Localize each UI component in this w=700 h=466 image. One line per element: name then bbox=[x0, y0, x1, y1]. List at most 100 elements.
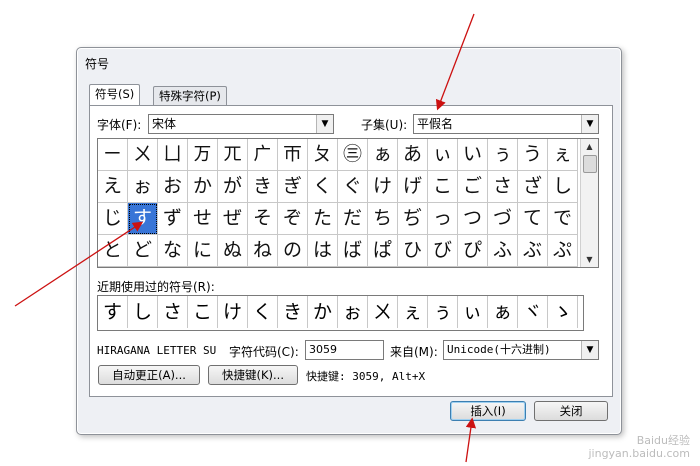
symbol-cell[interactable]: ㄆ bbox=[308, 139, 338, 171]
recent-symbol-cell[interactable]: ぇ bbox=[398, 296, 428, 328]
recent-symbol-cell[interactable]: ㄨ bbox=[368, 296, 398, 328]
symbol-cell[interactable]: け bbox=[368, 171, 398, 203]
recent-symbol-cell[interactable]: し bbox=[128, 296, 158, 328]
symbol-cell[interactable]: ぴ bbox=[458, 235, 488, 267]
symbol-cell[interactable]: ㄫ bbox=[218, 139, 248, 171]
symbol-cell[interactable]: ぶ bbox=[518, 235, 548, 267]
symbol-cell[interactable]: そ bbox=[248, 203, 278, 235]
symbol-cell[interactable]: お bbox=[158, 171, 188, 203]
chevron-down-icon[interactable]: ▼ bbox=[581, 341, 598, 359]
symbol-cell[interactable]: じ bbox=[98, 203, 128, 235]
recent-symbol-cell[interactable]: ぃ bbox=[458, 296, 488, 328]
symbol-cell[interactable]: だ bbox=[338, 203, 368, 235]
symbol-cell[interactable]: つ bbox=[458, 203, 488, 235]
grid-scrollbar[interactable]: ▲ ▼ bbox=[580, 139, 598, 267]
symbol-cell[interactable]: ぃ bbox=[428, 139, 458, 171]
symbol-cell[interactable]: ぉ bbox=[128, 171, 158, 203]
symbol-cell[interactable]: ど bbox=[128, 235, 158, 267]
symbol-cell[interactable]: く bbox=[308, 171, 338, 203]
shortcut-key-button[interactable]: 快捷键(K)... bbox=[208, 365, 298, 385]
symbol-cell[interactable]: び bbox=[428, 235, 458, 267]
recent-symbol-cell[interactable]: く bbox=[248, 296, 278, 328]
autocorrect-button[interactable]: 自动更正(A)... bbox=[98, 365, 200, 385]
symbol-cell[interactable]: ぞ bbox=[278, 203, 308, 235]
symbol-cell[interactable]: の bbox=[278, 235, 308, 267]
recent-symbol-cell[interactable]: す bbox=[98, 296, 128, 328]
close-button[interactable]: 关闭 bbox=[534, 401, 608, 421]
symbol-cell[interactable]: と bbox=[98, 235, 128, 267]
symbol-cell[interactable]: ㄨ bbox=[128, 139, 158, 171]
from-select[interactable]: Unicode(十六进制) ▼ bbox=[443, 340, 599, 360]
symbol-cell[interactable]: に bbox=[188, 235, 218, 267]
symbol-cell[interactable]: ぎ bbox=[278, 171, 308, 203]
recent-symbol-cell[interactable]: き bbox=[278, 296, 308, 328]
scroll-thumb[interactable] bbox=[583, 155, 597, 173]
symbol-cell[interactable]: げ bbox=[398, 171, 428, 203]
symbol-cell[interactable]: し bbox=[548, 171, 578, 203]
symbol-cell[interactable]: づ bbox=[488, 203, 518, 235]
symbol-cell[interactable]: た bbox=[308, 203, 338, 235]
recent-symbol-cell[interactable]: か bbox=[308, 296, 338, 328]
symbol-cell[interactable]: ㊂ bbox=[338, 139, 368, 171]
recent-symbols-row: すしさこけくきかぉㄨぇぅぃぁヾゝ bbox=[97, 295, 584, 331]
symbol-cell[interactable]: あ bbox=[398, 139, 428, 171]
symbol-cell[interactable]: ㄧ bbox=[98, 139, 128, 171]
symbol-cell[interactable]: ぇ bbox=[548, 139, 578, 171]
symbol-cell[interactable]: が bbox=[218, 171, 248, 203]
tab-special-characters[interactable]: 特殊字符(P) bbox=[153, 86, 227, 105]
symbol-cell[interactable]: い bbox=[458, 139, 488, 171]
recent-symbol-cell[interactable]: ゝ bbox=[548, 296, 578, 328]
symbol-cell[interactable]: ㄭ bbox=[278, 139, 308, 171]
symbol-cell[interactable]: ぐ bbox=[338, 171, 368, 203]
symbol-cell[interactable]: っ bbox=[428, 203, 458, 235]
symbol-cell[interactable]: ぁ bbox=[368, 139, 398, 171]
recent-symbol-cell[interactable]: け bbox=[218, 296, 248, 328]
recent-symbol-cell[interactable]: こ bbox=[188, 296, 218, 328]
symbol-cell[interactable]: ひ bbox=[398, 235, 428, 267]
symbol-cell[interactable]: こ bbox=[428, 171, 458, 203]
symbol-cell[interactable]: ㄪ bbox=[188, 139, 218, 171]
symbol-cell[interactable]: ぱ bbox=[368, 235, 398, 267]
symbol-cell[interactable]: ㄬ bbox=[248, 139, 278, 171]
tab-symbols[interactable]: 符号(S) bbox=[89, 84, 141, 105]
recent-symbol-cell[interactable]: ヾ bbox=[518, 296, 548, 328]
chevron-down-icon[interactable]: ▼ bbox=[581, 115, 598, 133]
symbol-cell[interactable]: ざ bbox=[518, 171, 548, 203]
symbol-cell[interactable]: え bbox=[98, 171, 128, 203]
symbol-cell[interactable]: ぬ bbox=[218, 235, 248, 267]
symbol-cell[interactable]: ぅ bbox=[488, 139, 518, 171]
symbol-cell[interactable]: ね bbox=[248, 235, 278, 267]
font-select-value: 宋体 bbox=[152, 117, 177, 131]
symbol-cell[interactable]: ふ bbox=[488, 235, 518, 267]
symbol-cell[interactable]: ぢ bbox=[398, 203, 428, 235]
chevron-down-icon[interactable]: ▼ bbox=[316, 115, 333, 133]
symbol-cell[interactable]: ㄩ bbox=[158, 139, 188, 171]
symbol-cell[interactable]: ず bbox=[158, 203, 188, 235]
symbol-cell[interactable]: ぜ bbox=[218, 203, 248, 235]
recent-symbol-cell[interactable]: ぁ bbox=[488, 296, 518, 328]
symbol-cell[interactable]: な bbox=[158, 235, 188, 267]
symbol-cell[interactable]: て bbox=[518, 203, 548, 235]
symbol-cell[interactable]: は bbox=[308, 235, 338, 267]
symbol-cell[interactable]: さ bbox=[488, 171, 518, 203]
symbol-cell[interactable]: ち bbox=[368, 203, 398, 235]
symbol-cell[interactable]: き bbox=[248, 171, 278, 203]
scroll-down-icon[interactable]: ▼ bbox=[581, 252, 598, 267]
insert-button[interactable]: 插入(I) bbox=[450, 401, 526, 421]
char-code-input[interactable]: 3059 bbox=[305, 340, 384, 360]
symbol-cell[interactable]: せ bbox=[188, 203, 218, 235]
subset-label: 子集(U): bbox=[361, 118, 408, 132]
recent-symbol-cell[interactable]: ぅ bbox=[428, 296, 458, 328]
recent-symbol-cell[interactable]: ぉ bbox=[338, 296, 368, 328]
symbol-cell[interactable]: う bbox=[518, 139, 548, 171]
symbol-cell[interactable]: す bbox=[128, 203, 158, 235]
symbol-cell[interactable]: ば bbox=[338, 235, 368, 267]
symbol-cell[interactable]: ぷ bbox=[548, 235, 578, 267]
symbol-cell[interactable]: で bbox=[548, 203, 578, 235]
symbol-cell[interactable]: ご bbox=[458, 171, 488, 203]
recent-symbol-cell[interactable]: さ bbox=[158, 296, 188, 328]
font-select[interactable]: 宋体 ▼ bbox=[148, 114, 334, 134]
subset-select[interactable]: 平假名 ▼ bbox=[413, 114, 599, 134]
scroll-up-icon[interactable]: ▲ bbox=[581, 139, 598, 154]
symbol-cell[interactable]: か bbox=[188, 171, 218, 203]
